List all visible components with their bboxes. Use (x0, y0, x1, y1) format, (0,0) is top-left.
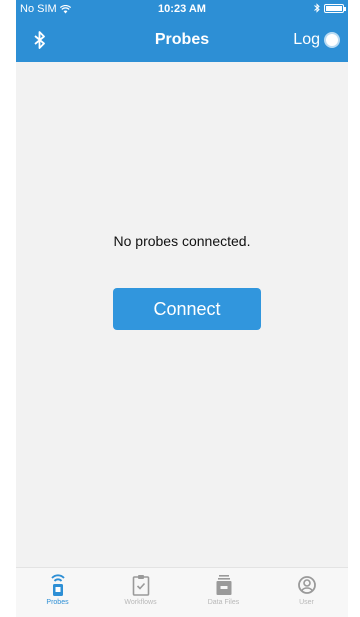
tab-user[interactable]: User (265, 568, 348, 617)
data-files-icon (216, 575, 231, 595)
app-screen: No SIM 10:23 AM Probes Log No probes con… (16, 0, 348, 617)
tab-user-label: User (299, 599, 314, 606)
log-toggle[interactable]: Log (293, 28, 340, 52)
status-time: 10:23 AM (158, 3, 206, 15)
tab-workflows-label: Workflows (124, 599, 157, 606)
connect-button[interactable]: Connect (113, 288, 261, 330)
battery-icon (324, 3, 346, 13)
status-bar: No SIM 10:23 AM (16, 0, 348, 20)
tab-probes[interactable]: Probes (16, 568, 99, 617)
clipboard-check-icon (132, 575, 149, 596)
probes-content: No probes connected. Connect (16, 62, 348, 567)
tab-data-files-label: Data Files (207, 599, 240, 606)
log-label: Log (293, 31, 320, 48)
probe-icon (50, 574, 65, 596)
log-toggle-indicator (324, 32, 340, 48)
tab-bar: Probes Workflows Data Files User (16, 567, 348, 617)
nav-bar: Probes Log (16, 20, 348, 62)
tab-data-files[interactable]: Data Files (182, 568, 265, 617)
empty-state-message: No probes connected. (113, 233, 251, 249)
status-right (314, 3, 346, 13)
user-icon (297, 576, 316, 594)
top-bar: No SIM 10:23 AM Probes Log (16, 0, 348, 62)
tab-workflows[interactable]: Workflows (99, 568, 182, 617)
tab-probes-label: Probes (46, 599, 69, 606)
bluetooth-status-icon (314, 3, 320, 13)
